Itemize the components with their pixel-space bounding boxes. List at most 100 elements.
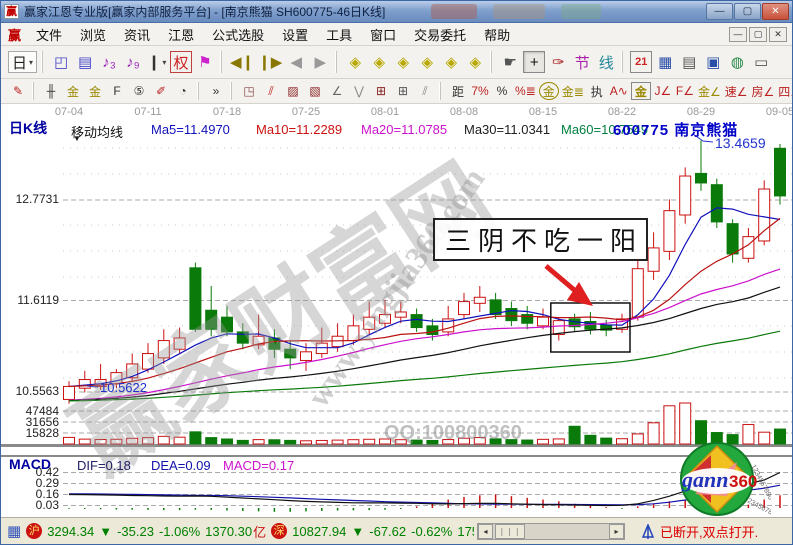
peak-price-label: 13.4659 xyxy=(715,135,766,151)
scroll-right-button[interactable]: ▸ xyxy=(609,524,624,539)
color-chart-icon[interactable]: ⚑ xyxy=(194,51,216,73)
toolbar-drawing-tools: ✎╫金金F⑤✐◔»◳⫽▨▧∠⋁⊞⊞⫽距7%%%≣金金≣执A∿金J∠F∠金∠速∠房… xyxy=(1,79,792,104)
percent7-icon[interactable]: 7% xyxy=(470,82,490,100)
menu-item-8[interactable]: 窗口 xyxy=(361,23,405,46)
gold-fence-icon[interactable]: 金 xyxy=(63,82,83,100)
hatch-tool-icon[interactable]: ⫽ xyxy=(415,82,435,100)
gann-diamond-expand-icon[interactable]: ◈ xyxy=(392,51,414,73)
menu-item-6[interactable]: 设置 xyxy=(273,23,317,46)
five-fence-icon[interactable]: ⑤ xyxy=(129,82,149,100)
close-button[interactable]: ✕ xyxy=(762,3,789,20)
first-page-icon[interactable]: ◀❙ xyxy=(229,51,255,73)
jie-tool-icon[interactable]: 节 xyxy=(571,51,593,73)
fuquan-icon[interactable]: 权 xyxy=(170,51,192,73)
menu-item-5[interactable]: 公式选股 xyxy=(203,23,273,46)
menu-item-3[interactable]: 资讯 xyxy=(115,23,159,46)
scroll-left-button[interactable]: ◂ xyxy=(478,524,493,539)
gold-fence2-icon[interactable]: 金 xyxy=(85,82,105,100)
period-day-selector[interactable]: 日▾ xyxy=(8,51,37,73)
gann-diamond-right-icon[interactable]: ◈ xyxy=(368,51,390,73)
f-angle-icon[interactable]: F∠ xyxy=(675,82,695,100)
f-fence-icon[interactable]: F xyxy=(107,82,127,100)
pen-fence-icon[interactable]: ✐ xyxy=(151,82,171,100)
candle-style-selector[interactable]: ❙▾ xyxy=(146,51,168,73)
menu-item-7[interactable]: 工具 xyxy=(317,23,361,46)
speed-angle-icon[interactable]: 速∠ xyxy=(724,82,749,100)
print-icon[interactable]: ▭ xyxy=(750,51,772,73)
box-tool-icon[interactable]: ◳ xyxy=(239,82,259,100)
scroll-thumb[interactable]: ❘❘❘ xyxy=(495,524,525,539)
menu-item-4[interactable]: 江恩 xyxy=(159,23,203,46)
window-controls: — ▢ ✕ xyxy=(706,3,789,20)
more-tools-chevron[interactable]: » xyxy=(206,82,226,100)
sz-arrow-icon: ▼ xyxy=(351,524,364,539)
date-tick-label: 08-29 xyxy=(683,106,719,118)
menu-item-9[interactable]: 交易委托 xyxy=(405,23,475,46)
ma-legend-value: Ma10=11.2289 xyxy=(256,122,342,137)
gann-diamond-star-icon[interactable]: ◈ xyxy=(440,51,462,73)
gann-diamond-updown-icon[interactable]: ◈ xyxy=(464,51,486,73)
dropdown-caret-icon: ▾ xyxy=(29,58,33,67)
date-tick-label: 08-15 xyxy=(525,106,561,118)
menu-item-10[interactable]: 帮助 xyxy=(475,23,519,46)
calculator-icon[interactable]: ▦ xyxy=(654,51,676,73)
brush-tool-icon[interactable]: ✎ xyxy=(8,82,28,100)
fence-grid-icon[interactable]: ╫ xyxy=(41,82,61,100)
menu-item-1[interactable]: 文件 xyxy=(27,23,71,46)
percent-icon[interactable]: % xyxy=(492,82,512,100)
crosshair-tool-icon[interactable]: + xyxy=(523,51,545,73)
gold-circle-icon[interactable]: 金 xyxy=(539,82,559,100)
dea-value-label: DEA=0.09 xyxy=(151,458,211,473)
blurred-taskbar-item xyxy=(493,4,545,19)
four-angle-icon[interactable]: 四∠ xyxy=(777,82,793,100)
info-panel-icon[interactable]: ▤ xyxy=(74,51,96,73)
percent-lines-icon[interactable]: %≣ xyxy=(514,82,537,100)
grid2-tool-icon[interactable]: ⊞ xyxy=(393,82,413,100)
box-rays-icon[interactable]: ▨ xyxy=(283,82,303,100)
status-scrollbar[interactable]: ◂ ❘❘❘ ▸ xyxy=(477,523,625,540)
save-icon[interactable]: ▣ xyxy=(702,51,724,73)
maximize-button[interactable]: ▢ xyxy=(734,3,761,20)
toolbar-group: ◰▤♪₃♪₉❙▾权⚑ xyxy=(42,51,217,73)
date-tick-label: 07-25 xyxy=(288,106,324,118)
gold-box-icon[interactable]: 金 xyxy=(631,82,651,100)
gold-lines-icon[interactable]: 金≣ xyxy=(561,82,585,100)
mdi-close-button[interactable]: ✕ xyxy=(769,27,787,42)
fang-angle-icon[interactable]: 房∠ xyxy=(750,82,775,100)
ruler-icon[interactable]: 距 xyxy=(448,82,468,100)
tangent-tool-icon[interactable]: ✑ xyxy=(547,51,569,73)
gann-diamond-shrink-icon[interactable]: ◈ xyxy=(416,51,438,73)
menu-item-2[interactable]: 浏览 xyxy=(71,23,115,46)
gann-diamond-left-icon[interactable]: ◈ xyxy=(344,51,366,73)
axis-tick-label: 0.03 xyxy=(1,498,59,512)
calendar-icon[interactable]: 21 xyxy=(630,51,652,73)
toolbar-group: 21▦▤▣◍▭ xyxy=(622,51,773,73)
j-angle-icon[interactable]: J∠ xyxy=(653,82,673,100)
notepad-icon[interactable]: ▤ xyxy=(678,51,700,73)
wave-3-icon[interactable]: ♪₃ xyxy=(98,51,120,73)
mdi-minimize-button[interactable]: — xyxy=(729,27,747,42)
zhi-tool-icon[interactable]: 执 xyxy=(587,82,607,100)
mdi-restore-button[interactable]: ▢ xyxy=(749,27,767,42)
rays-tool-icon[interactable]: ⫽ xyxy=(261,82,281,100)
wave-9-icon[interactable]: ♪₉ xyxy=(122,51,144,73)
grid-tool-icon[interactable]: ⊞ xyxy=(371,82,391,100)
cycle-clock-icon[interactable]: ◔ xyxy=(173,82,193,100)
angle-line-icon[interactable]: ∠ xyxy=(327,82,347,100)
line-tool-icon[interactable]: 线 xyxy=(595,51,617,73)
gold-angle-icon[interactable]: 金∠ xyxy=(697,82,722,100)
chart-switch-icon[interactable]: ◰ xyxy=(50,51,72,73)
panel-label-kline: 日K线 xyxy=(9,118,47,138)
shenzhen-badge-icon: 深 xyxy=(271,523,287,539)
hand-tool-icon[interactable]: ☛ xyxy=(499,51,521,73)
square-rays-icon[interactable]: ▧ xyxy=(305,82,325,100)
minimize-button[interactable]: — xyxy=(706,3,733,20)
network-icon[interactable]: ◍ xyxy=(726,51,748,73)
v-line-icon[interactable]: ⋁ xyxy=(349,82,369,100)
next-page-icon[interactable]: ▶ xyxy=(309,51,331,73)
disconnect-status-text[interactable]: 已断开,双点打开. xyxy=(660,522,758,541)
quote-table-icon[interactable]: ▦ xyxy=(7,522,21,540)
prev-page-icon[interactable]: ◀ xyxy=(285,51,307,73)
wave-a-icon[interactable]: A∿ xyxy=(609,82,629,100)
last-page-icon[interactable]: ❙▶ xyxy=(257,51,283,73)
